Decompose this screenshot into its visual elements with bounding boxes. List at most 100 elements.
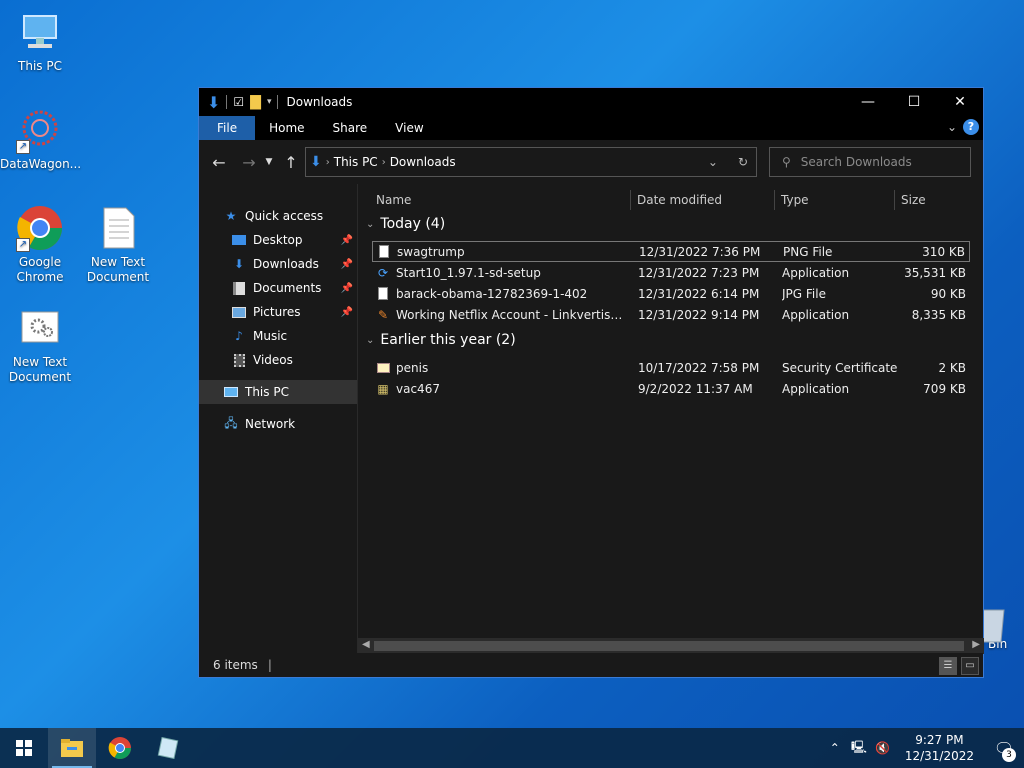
- file-row[interactable]: barack-obama-12782369-1-402 12/31/2022 6…: [372, 283, 970, 304]
- file-size: 8,335 KB: [911, 307, 966, 322]
- volume-muted-icon[interactable]: 🔇: [871, 741, 895, 755]
- pin-icon: 📌: [340, 258, 353, 270]
- file-row[interactable]: penis 10/17/2022 7:58 PM Security Certif…: [372, 357, 970, 378]
- app-icon: ✎: [377, 307, 389, 322]
- title-bar[interactable]: ⬇ ☑ ▇ ▾ Downloads — ☐ ✕: [199, 88, 983, 116]
- file-date: 12/31/2022 9:14 PM: [638, 307, 760, 322]
- file-name: swagtrump: [397, 244, 465, 259]
- taskbar-notepad[interactable]: [144, 728, 192, 768]
- minimize-button[interactable]: —: [845, 88, 891, 116]
- search-box[interactable]: ⚲: [769, 147, 971, 177]
- taskbar: ⌃ 🖳 🔇 9:27 PM 12/31/2022 🗨 3: [0, 728, 1024, 768]
- address-bar[interactable]: ⬇ › This PC › Downloads ⌄ ↻: [305, 147, 757, 177]
- new-folder-icon[interactable]: ▇: [250, 94, 261, 110]
- taskbar-chrome[interactable]: [96, 728, 144, 768]
- file-list[interactable]: Name Date modified Type Size ⌄ Today (4)…: [357, 184, 984, 654]
- nav-downloads[interactable]: ⬇ Downloads 📌: [199, 252, 357, 276]
- tab-share[interactable]: Share: [319, 116, 382, 140]
- tab-view[interactable]: View: [381, 116, 437, 140]
- shortcut-arrow-icon: ↗: [16, 140, 30, 154]
- details-view-button[interactable]: ☰: [939, 657, 957, 675]
- chevron-down-icon: ⌄: [366, 218, 375, 230]
- desktop-icon-new-text-document[interactable]: New Text Document: [78, 204, 158, 285]
- up-button[interactable]: ↑: [279, 153, 303, 172]
- taskbar-file-explorer[interactable]: [48, 728, 96, 768]
- expand-ribbon-icon[interactable]: ⌄: [947, 120, 957, 134]
- chrome-icon: ↗: [16, 204, 64, 252]
- desktop-icon-datawagon[interactable]: ↗ DataWagon...: [0, 106, 82, 172]
- scroll-right-icon[interactable]: ▶: [972, 639, 980, 650]
- tab-home[interactable]: Home: [255, 116, 318, 140]
- scrollbar-thumb[interactable]: [374, 641, 964, 651]
- clock[interactable]: 9:27 PM 12/31/2022: [895, 732, 984, 764]
- file-name: Start10_1.97.1-sd-setup: [396, 265, 541, 280]
- desktop-icon-this-pc[interactable]: This PC: [0, 8, 80, 74]
- ribbon-right-controls: ⌄ ?: [947, 119, 979, 135]
- file-date: 9/2/2022 11:37 AM: [638, 381, 753, 396]
- breadcrumb-this-pc[interactable]: This PC: [334, 155, 378, 169]
- address-history-dropdown-icon[interactable]: ⌄: [708, 155, 718, 169]
- chrome-icon: [108, 737, 131, 759]
- file-row[interactable]: ▦ vac467 9/2/2022 11:37 AM Application 7…: [372, 378, 970, 399]
- back-button[interactable]: ←: [207, 153, 231, 172]
- column-header-date-modified[interactable]: Date modified: [630, 190, 722, 210]
- app-icon: ▦: [377, 381, 389, 396]
- file-name: vac467: [396, 381, 440, 396]
- nav-desktop[interactable]: Desktop 📌: [199, 228, 357, 252]
- refresh-icon[interactable]: ↻: [738, 155, 748, 169]
- pin-icon: 📌: [340, 234, 353, 246]
- installer-icon: ⟳: [377, 265, 389, 280]
- nav-music[interactable]: ♪ Music: [199, 324, 357, 348]
- group-title: Today (4): [380, 216, 446, 232]
- recent-locations-button[interactable]: ▼: [261, 157, 277, 167]
- desktop-icon-label: DataWagon...: [0, 157, 82, 171]
- qat-customize-icon[interactable]: ▾: [267, 97, 272, 107]
- properties-icon[interactable]: ☑: [233, 95, 244, 109]
- nav-pictures[interactable]: Pictures 📌: [199, 300, 357, 324]
- action-center-button[interactable]: 🗨 3: [984, 728, 1024, 768]
- start-button[interactable]: [0, 728, 48, 768]
- close-button[interactable]: ✕: [937, 88, 983, 116]
- nav-network[interactable]: 🖧 Network: [199, 412, 357, 436]
- text-document-icon: [94, 204, 142, 252]
- network-icon[interactable]: 🖳: [847, 738, 871, 759]
- search-input[interactable]: [800, 155, 961, 169]
- desktop-icon-new-text-document-2[interactable]: New Text Document: [0, 304, 80, 385]
- star-icon: ★: [225, 209, 237, 223]
- file-row[interactable]: swagtrump 12/31/2022 7:36 PM PNG File 31…: [372, 241, 970, 262]
- show-hidden-icons-icon[interactable]: ⌃: [823, 741, 847, 755]
- nav-label: Quick access: [245, 209, 324, 223]
- nav-label: Desktop: [253, 233, 303, 247]
- column-header-name[interactable]: Name: [376, 190, 411, 210]
- view-buttons: ☰ ▭: [939, 657, 979, 675]
- navigation-pane[interactable]: ★ Quick access Desktop 📌 ⬇ Downloads 📌 D…: [199, 184, 357, 654]
- nav-videos[interactable]: Videos: [199, 348, 357, 372]
- scroll-left-icon[interactable]: ◀: [362, 639, 370, 650]
- ribbon-tabs: File Home Share View ⌄ ?: [199, 116, 983, 140]
- explorer-body: ★ Quick access Desktop 📌 ⬇ Downloads 📌 D…: [199, 184, 984, 654]
- file-date: 12/31/2022 7:23 PM: [638, 265, 760, 280]
- horizontal-scrollbar[interactable]: ◀ ▶: [358, 638, 984, 654]
- forward-button[interactable]: →: [237, 153, 261, 172]
- help-icon[interactable]: ?: [963, 119, 979, 135]
- file-row[interactable]: ✎ Working Netflix Account - Linkvertise …: [372, 304, 970, 325]
- music-folder-icon: ♪: [235, 329, 243, 343]
- downloads-folder-icon: ⬇: [233, 257, 245, 271]
- column-header-type[interactable]: Type: [774, 190, 809, 210]
- nav-quick-access[interactable]: ★ Quick access: [199, 204, 357, 228]
- file-size: 2 KB: [938, 360, 966, 375]
- group-header-earlier-this-year[interactable]: ⌄ Earlier this year (2): [366, 332, 516, 348]
- column-header-size[interactable]: Size: [894, 190, 974, 210]
- large-icons-view-button[interactable]: ▭: [961, 657, 979, 675]
- file-row[interactable]: ⟳ Start10_1.97.1-sd-setup 12/31/2022 7:2…: [372, 262, 970, 283]
- nav-this-pc[interactable]: This PC: [199, 380, 357, 404]
- maximize-button[interactable]: ☐: [891, 88, 937, 116]
- desktop-icon-google-chrome[interactable]: ↗ Google Chrome: [0, 204, 80, 285]
- pin-icon: 📌: [340, 306, 353, 318]
- group-header-today[interactable]: ⌄ Today (4): [366, 216, 445, 232]
- nav-documents[interactable]: Documents 📌: [199, 276, 357, 300]
- breadcrumb-downloads[interactable]: Downloads: [390, 155, 456, 169]
- tab-file[interactable]: File: [199, 116, 256, 140]
- file-explorer-window[interactable]: ⬇ ☑ ▇ ▾ Downloads — ☐ ✕ File Home Share …: [198, 87, 984, 678]
- qat-separator: [277, 95, 279, 109]
